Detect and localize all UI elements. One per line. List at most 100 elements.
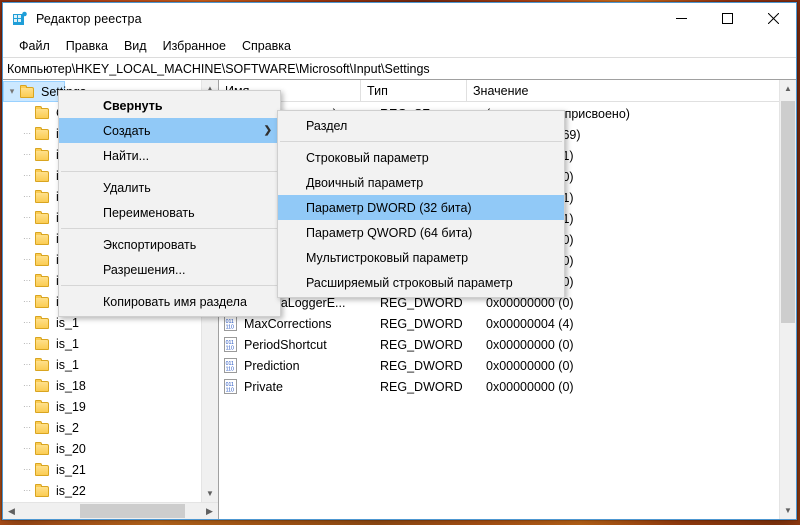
menu-item[interactable]: Переименовать <box>59 200 280 225</box>
value-type: REG_DWORD <box>380 316 463 331</box>
menu-separator <box>61 171 278 172</box>
list-scroll-track[interactable] <box>780 97 796 502</box>
window-controls <box>658 3 796 35</box>
tree-item[interactable]: ··· is_2 <box>3 417 201 438</box>
folder-icon <box>35 378 51 393</box>
menu-item[interactable]: Удалить <box>59 175 280 200</box>
menu-item[interactable]: Строковый параметр <box>278 145 564 170</box>
chevron-down-icon[interactable]: ▾ <box>4 84 20 100</box>
column-header-value[interactable]: Значение <box>467 80 779 101</box>
tree-item[interactable]: ··· is_21 <box>3 459 201 480</box>
chevron-right-icon[interactable]: ··· <box>19 357 35 373</box>
folder-icon <box>35 168 51 183</box>
menu-item[interactable]: Параметр QWORD (64 бита) <box>278 220 564 245</box>
menu-item[interactable]: Разрешения... <box>59 257 280 282</box>
menu-item[interactable]: Свернуть <box>59 93 280 118</box>
menu-item[interactable]: Двоичный параметр <box>278 170 564 195</box>
chevron-right-icon[interactable]: ··· <box>19 231 35 247</box>
context-menu[interactable]: Свернуть Создать ❯ Найти... Удалить Переимено… <box>58 90 281 317</box>
value-type: REG_DWORD <box>380 337 463 352</box>
folder-icon <box>35 420 51 435</box>
main-area: ▾SettingsCo···is_0···is_1···is_1···is_1·… <box>3 80 796 519</box>
tree-item[interactable]: ··· is_1 <box>3 354 201 375</box>
scroll-right-icon[interactable]: ▶ <box>201 503 218 519</box>
menu-item[interactable]: Копировать имя раздела <box>59 289 280 314</box>
tree-hscroll-track[interactable] <box>20 503 201 519</box>
folder-icon <box>20 84 36 99</box>
tree-item-label: is_21 <box>56 462 86 477</box>
menu-item[interactable]: Экспортировать <box>59 232 280 257</box>
scroll-up-icon[interactable]: ▲ <box>780 80 796 97</box>
chevron-right-icon[interactable]: ··· <box>19 462 35 478</box>
folder-icon <box>35 441 51 456</box>
chevron-right-icon[interactable]: ··· <box>19 147 35 163</box>
chevron-right-icon[interactable]: ··· <box>19 189 35 205</box>
chevron-right-icon[interactable]: ··· <box>19 315 35 331</box>
menu-item-label: Мультистроковый параметр <box>306 250 469 265</box>
tree-horizontal-scrollbar[interactable]: ◀ ▶ <box>3 502 218 519</box>
chevron-right-icon[interactable]: ··· <box>19 273 35 289</box>
value-row[interactable]: 011 110 MaxCorrections REG_DWORD 0x00000004 … <box>219 313 779 334</box>
chevron-right-icon[interactable]: ··· <box>19 126 35 142</box>
list-vertical-scrollbar[interactable]: ▲ ▼ <box>779 80 796 519</box>
menu-item[interactable]: Создать ❯ <box>59 118 280 143</box>
tree-item[interactable]: ▾Settings <box>3 81 86 102</box>
value-row[interactable]: 011 110 Prediction REG_DWORD 0x00000000 (0) <box>219 355 779 376</box>
menu-item-label: Переименовать <box>103 205 195 220</box>
list-scroll-thumb[interactable] <box>781 101 795 323</box>
menu-item[interactable]: Расширяемый строковый параметр <box>278 270 564 295</box>
chevron-right-icon[interactable]: ··· <box>19 483 35 499</box>
menu-item-label: Экспортировать <box>103 237 197 252</box>
column-header-type[interactable]: Тип <box>361 80 467 101</box>
chevron-right-icon[interactable]: ··· <box>19 210 35 226</box>
chevron-right-icon: ❯ <box>263 125 272 136</box>
chevron-right-icon[interactable]: ··· <box>19 336 35 352</box>
tree-expander-empty[interactable] <box>19 105 35 121</box>
context-submenu-new[interactable]: Раздел Строковый параметр Двоичный парамет… <box>277 110 565 298</box>
value-row[interactable]: 011 110 Private REG_DWORD 0x00000000 (0) <box>219 376 779 397</box>
tree-item-label: is_1 <box>56 315 79 330</box>
minimize-button[interactable] <box>658 3 704 34</box>
menu-item[interactable]: Параметр DWORD (32 бита) <box>278 195 564 220</box>
chevron-right-icon[interactable]: ··· <box>19 378 35 394</box>
folder-icon <box>35 294 51 309</box>
tree-item[interactable]: ··· is_18 <box>3 375 201 396</box>
scroll-down-icon[interactable]: ▼ <box>780 502 796 519</box>
scroll-down-icon[interactable]: ▼ <box>202 485 218 502</box>
tree-item-label: is_1 <box>56 357 79 372</box>
chevron-right-icon[interactable]: ··· <box>19 420 35 436</box>
address-bar[interactable]: Компьютер\HKEY_LOCAL_MACHINE\SOFTWARE\Mi… <box>3 57 796 80</box>
registry-editor-window: Редактор реестра Файл Правка Вид Избранн… <box>2 2 797 520</box>
menu-item[interactable]: Раздел <box>278 113 564 138</box>
chevron-right-icon[interactable]: ··· <box>19 399 35 415</box>
menu-separator <box>61 285 278 286</box>
binary-value-icon: 011110 <box>223 337 239 352</box>
tree-item[interactable]: ··· is_19 <box>3 396 201 417</box>
value-name: Private <box>244 379 283 394</box>
value-data: 0x00000000 (0) <box>486 358 574 373</box>
menu-help[interactable]: Справка <box>234 37 299 55</box>
value-row[interactable]: 011 110 PeriodShortcut REG_DWORD 0x00000000 … <box>219 334 779 355</box>
menu-item[interactable]: Найти... <box>59 143 280 168</box>
maximize-button[interactable] <box>704 3 750 34</box>
menu-item[interactable]: Мультистроковый параметр <box>278 245 564 270</box>
chevron-right-icon[interactable]: ··· <box>19 294 35 310</box>
tree-hscroll-thumb[interactable] <box>80 504 185 518</box>
menu-item-label: Двоичный параметр <box>306 175 424 190</box>
tree-item[interactable]: ··· is_22 <box>3 480 201 501</box>
menu-edit[interactable]: Правка <box>58 37 116 55</box>
close-button[interactable] <box>750 3 796 34</box>
menu-file[interactable]: Файл <box>11 37 58 55</box>
menu-favorites[interactable]: Избранное <box>155 37 234 55</box>
folder-icon <box>35 357 51 372</box>
tree-item[interactable]: ··· is_1 <box>3 333 201 354</box>
menu-view[interactable]: Вид <box>116 37 155 55</box>
tree-item[interactable]: ···is_23 <box>3 501 201 502</box>
tree-item[interactable]: ··· is_20 <box>3 438 201 459</box>
scroll-left-icon[interactable]: ◀ <box>3 503 20 519</box>
chevron-right-icon[interactable]: ··· <box>19 441 35 457</box>
chevron-right-icon[interactable]: ··· <box>19 168 35 184</box>
folder-icon <box>35 126 51 141</box>
binary-value-icon: 011110 <box>223 358 239 373</box>
chevron-right-icon[interactable]: ··· <box>19 252 35 268</box>
